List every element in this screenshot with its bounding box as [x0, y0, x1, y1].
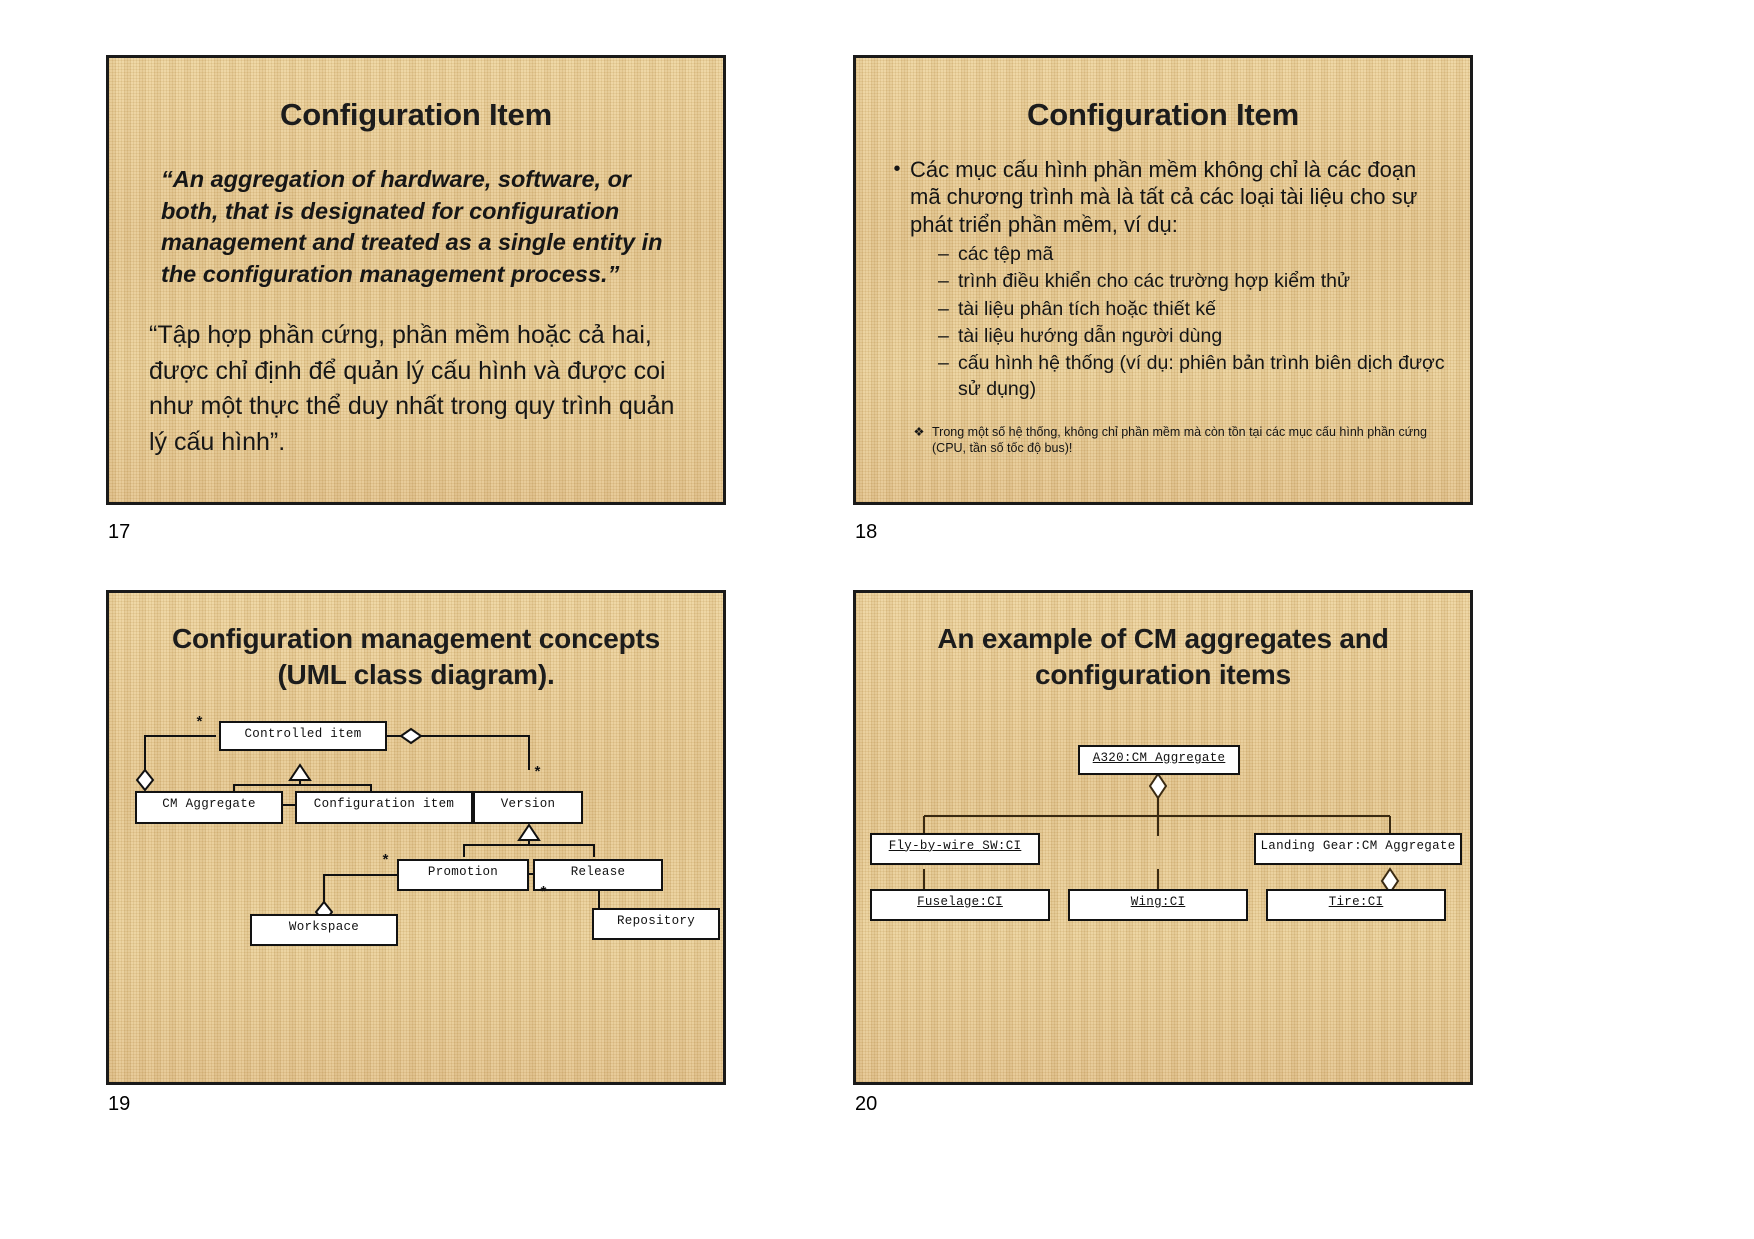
page-number-20: 20 — [855, 1093, 878, 1115]
sub-bullet-item: – tài liệu hướng dẫn người dùng — [938, 324, 1446, 349]
cm-aggregate-object-diagram: A320:CM Aggregate Fly-by-wire SW:CI Land… — [856, 741, 1470, 1071]
uml-node-cm-aggregate[interactable]: CM Aggregate — [135, 790, 283, 824]
slide-17-quote-vietnamese: “Tập hợp phần cứng, phần mềm hoặc cả hai… — [149, 321, 675, 456]
uml-node-workspace[interactable]: Workspace — [250, 913, 398, 946]
uml-multiplicity: * — [381, 852, 391, 870]
slide-17[interactable]: Configuration Item “An aggregation of ha… — [106, 55, 726, 505]
page-number-17: 17 — [108, 521, 131, 543]
slide-20-title-line1: An example of CM aggregates and — [937, 623, 1389, 654]
slide-19[interactable]: Configuration management concepts (UML c… — [106, 590, 726, 1085]
sub-bullet-text: tài liệu hướng dẫn người dùng — [958, 324, 1223, 347]
object-node-tire[interactable]: Tire:CI — [1266, 888, 1446, 921]
object-node-fuselage[interactable]: Fuselage:CI — [870, 888, 1050, 921]
uml-node-promotion[interactable]: Promotion — [397, 858, 529, 891]
sub-bullet-item: – tài liệu phân tích hoặc thiết kế — [938, 297, 1446, 322]
dash-marker-icon: – — [938, 297, 949, 320]
slide-18-title: Configuration Item — [1027, 97, 1299, 132]
bullet-marker-icon: • — [893, 158, 901, 181]
object-node-a320[interactable]: A320:CM Aggregate — [1078, 744, 1240, 775]
uml-class-diagram: Controlled item CM Aggregate Configurati… — [109, 707, 723, 1037]
slide-17-title: Configuration Item — [280, 97, 552, 132]
generalization-triangle — [517, 822, 541, 841]
slide-19-title-line2: (UML class diagram). — [277, 658, 555, 690]
page-number-19: 19 — [108, 1093, 131, 1115]
uml-node-repository[interactable]: Repository — [592, 907, 720, 940]
dash-marker-icon: – — [938, 352, 949, 375]
sub-bullet-text: trình điều khiển cho các trường hợp kiểm… — [958, 270, 1351, 293]
dash-marker-icon: – — [938, 324, 949, 347]
uml-multiplicity: * — [195, 714, 205, 732]
slide-20-title-line2: configuration items — [1035, 658, 1291, 690]
page-number-18: 18 — [855, 521, 878, 543]
aggregation-diamond — [399, 727, 423, 744]
bullet-item: • Các mục cấu hình phần mềm không chỉ là… — [884, 156, 1446, 238]
object-node-wing[interactable]: Wing:CI — [1068, 888, 1248, 921]
uml-node-controlled-item[interactable]: Controlled item — [219, 720, 387, 751]
sub-bullet-text: cấu hình hệ thống (ví dụ: phiên bản trìn… — [958, 352, 1445, 400]
sub-bullet-item: – các tệp mã — [938, 242, 1446, 267]
object-node-fly-by-wire-sw[interactable]: Fly-by-wire SW:CI — [870, 832, 1040, 865]
dash-marker-icon: – — [938, 270, 949, 293]
uml-multiplicity: * — [539, 884, 549, 902]
sub-bullet-item: – cấu hình hệ thống (ví dụ: phiên bản tr… — [938, 351, 1446, 402]
diamond-bullet-icon: ❖ — [913, 424, 925, 439]
uml-node-release[interactable]: Release — [533, 858, 663, 891]
object-node-landing-gear[interactable]: Landing Gear:CM Aggregate — [1254, 832, 1462, 865]
aggregation-diamond — [1148, 771, 1168, 800]
sub-bullet-item: – trình điều khiển cho các trường hợp ki… — [938, 269, 1446, 294]
uml-multiplicity: * — [533, 764, 543, 782]
slide-17-quote-english: “An aggregation of hardware, software, o… — [161, 166, 663, 287]
slide-18[interactable]: Configuration Item • Các mục cấu hình ph… — [853, 55, 1473, 505]
aggregation-diamond — [135, 768, 155, 792]
uml-node-version[interactable]: Version — [473, 790, 583, 824]
slide-18-body: • Các mục cấu hình phần mềm không chỉ là… — [884, 156, 1446, 456]
slides-page: Configuration Item “An aggregation of ha… — [0, 0, 1754, 1239]
dash-marker-icon: – — [938, 242, 949, 265]
footnote-text: Trong một số hệ thống, không chỉ phần mề… — [932, 424, 1427, 456]
slide-19-title-line1: Configuration management concepts — [171, 623, 661, 654]
sub-bullet-list: – các tệp mã – trình điều khiển cho các … — [938, 242, 1446, 402]
generalization-triangle — [288, 762, 312, 781]
uml-node-configuration-item[interactable]: Configuration item — [295, 790, 473, 824]
slide-18-footnote: ❖ Trong một số hệ thống, không chỉ phần … — [906, 424, 1428, 457]
slide-20[interactable]: An example of CM aggregates and configur… — [853, 590, 1473, 1085]
bullet-text: Các mục cấu hình phần mềm không chỉ là c… — [910, 157, 1418, 237]
sub-bullet-text: tài liệu phân tích hoặc thiết kế — [958, 297, 1217, 320]
sub-bullet-text: các tệp mã — [958, 242, 1054, 265]
